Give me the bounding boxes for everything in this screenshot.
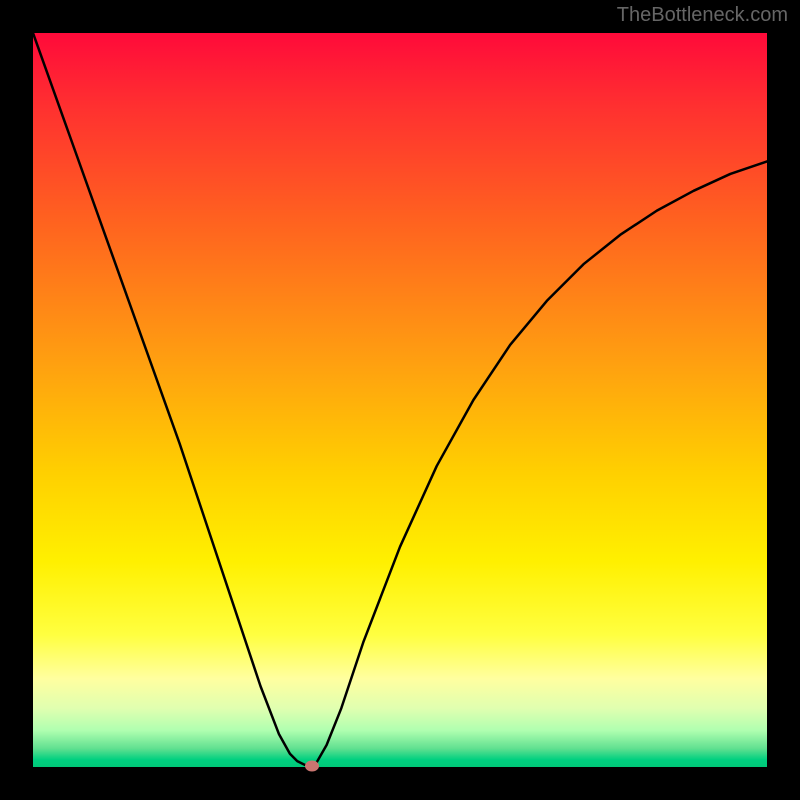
optimal-point-marker [305,760,319,771]
watermark-text: TheBottleneck.com [617,4,788,27]
chart-background-gradient [33,33,767,767]
